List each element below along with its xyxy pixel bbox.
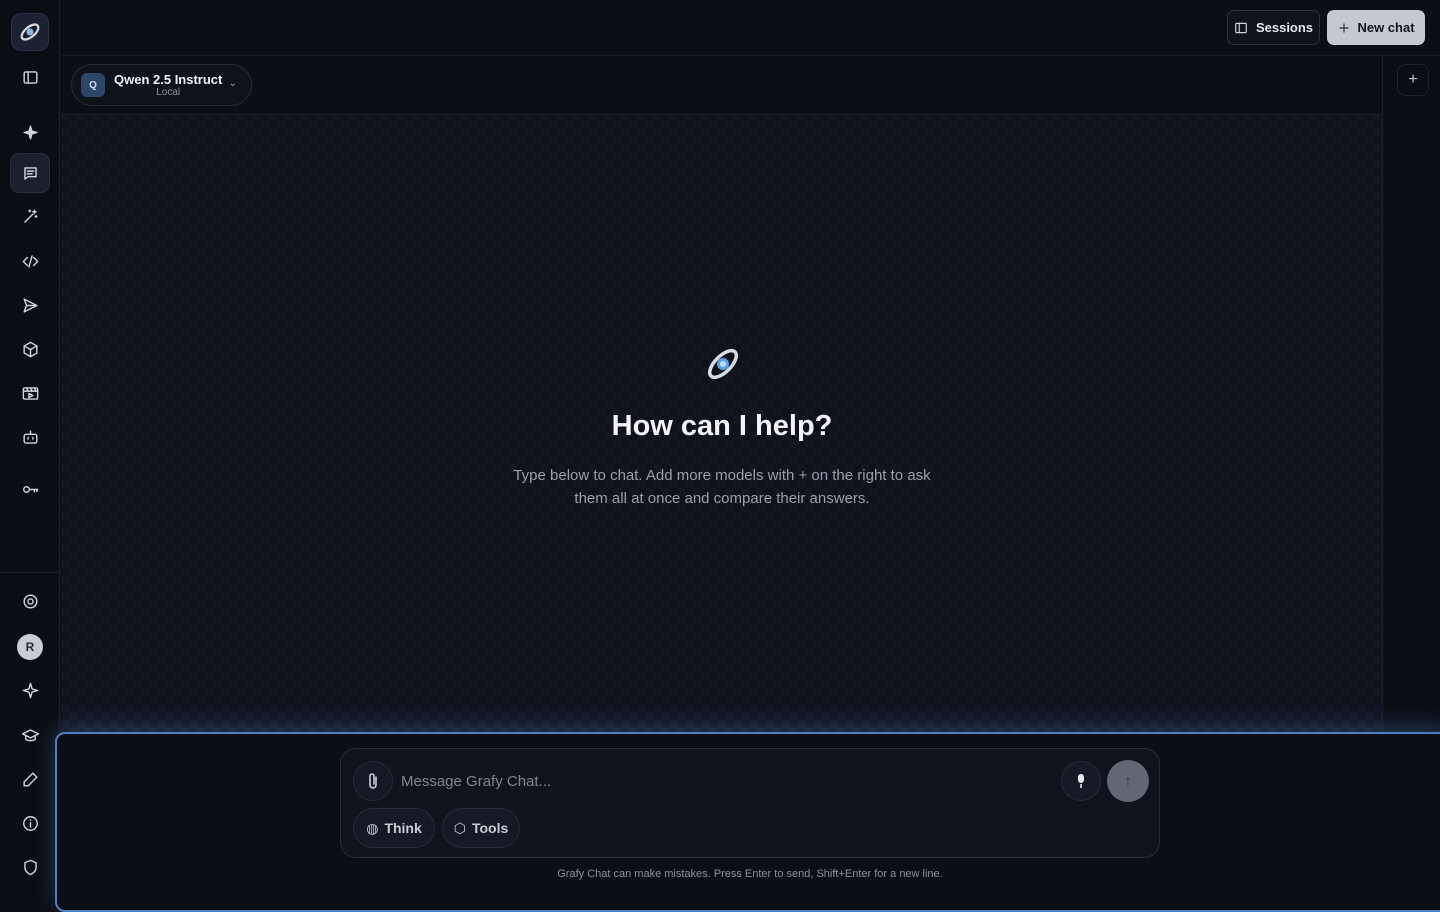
empty-state-title: How can I help? — [611, 410, 833, 442]
sessions-label: Sessions — [1255, 20, 1314, 35]
sessions-button[interactable]: Sessions — [1227, 10, 1320, 45]
microphone-icon[interactable] — [1061, 761, 1101, 801]
settings-icon[interactable] — [10, 581, 50, 621]
cube-icon[interactable] — [10, 329, 50, 369]
composer: ↑ ◍ Think ⬡ Tools — [340, 748, 1160, 858]
new-chat-label: New chat — [1357, 20, 1415, 35]
rail-divider — [0, 572, 60, 573]
star-icon[interactable] — [10, 670, 50, 710]
left-rail: R — [0, 0, 60, 900]
think-label: Think — [384, 820, 422, 836]
robot-icon[interactable] — [10, 417, 50, 457]
code-icon[interactable] — [10, 241, 50, 281]
sidebar-toggle-icon[interactable] — [10, 57, 50, 97]
globe-icon: ◍ — [366, 819, 379, 836]
empty-state: How can I help? Type below to chat. Add … — [61, 56, 1383, 732]
empty-state-subtitle: Type below to chat. Add more models with… — [513, 467, 931, 507]
send-button[interactable]: ↑ — [1107, 760, 1149, 802]
pencil-icon[interactable] — [10, 759, 50, 799]
app-logo-icon — [707, 348, 739, 380]
chat-icon[interactable] — [10, 153, 50, 193]
think-toggle[interactable]: ◍ Think — [353, 808, 435, 848]
new-chat-button[interactable]: New chat — [1327, 10, 1425, 45]
plus-icon — [1339, 22, 1350, 33]
sparkle-icon[interactable] — [10, 112, 50, 152]
app-logo-icon[interactable] — [11, 13, 49, 51]
hexagon-icon: ⬡ — [453, 819, 466, 836]
paperclip-icon[interactable] — [353, 761, 393, 801]
right-strip: + — [1384, 56, 1440, 732]
info-icon[interactable] — [10, 803, 50, 843]
magic-wand-icon[interactable] — [10, 196, 50, 236]
shield-icon[interactable] — [10, 847, 50, 887]
top-bar: Sessions New chat — [61, 0, 1440, 56]
message-input[interactable] — [401, 771, 1041, 791]
add-model-button[interactable]: + — [1397, 64, 1429, 96]
send-icon[interactable] — [10, 285, 50, 325]
key-icon[interactable] — [10, 469, 50, 509]
avatar[interactable]: R — [17, 634, 43, 660]
tools-label: Tools — [471, 820, 509, 836]
film-icon[interactable] — [10, 373, 50, 413]
panel-icon — [1235, 22, 1247, 33]
chat-area: Q Qwen 2.5 Instruct Local ⌄ How can I he… — [61, 56, 1383, 732]
disclaimer-text: Grafy Chat can make mistakes. Press Ente… — [557, 868, 943, 880]
tools-toggle[interactable]: ⬡ Tools — [442, 808, 520, 848]
graduation-cap-icon[interactable] — [10, 715, 50, 755]
